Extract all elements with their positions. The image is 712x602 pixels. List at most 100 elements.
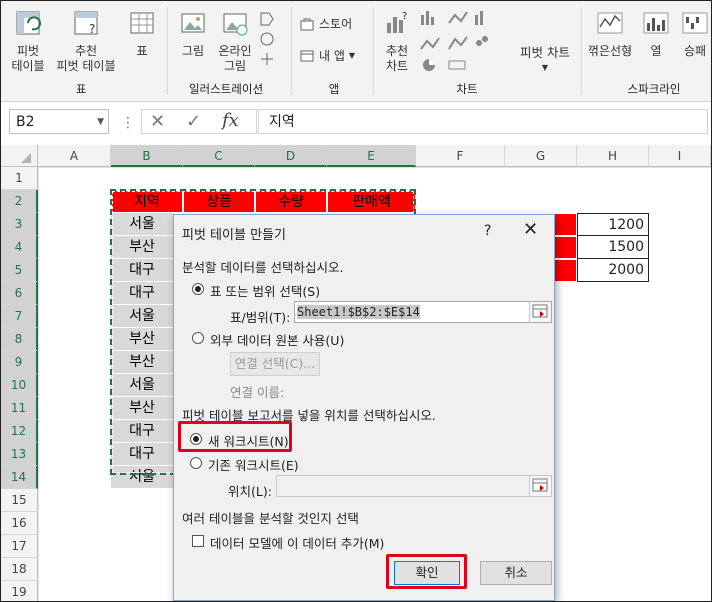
- sparkline-column-button[interactable]: 열: [641, 9, 671, 59]
- my-apps-button[interactable]: 내 앱 ▼: [299, 47, 355, 64]
- group-label-illustrations: 일러스트레이션: [188, 82, 264, 96]
- store-icon: [300, 18, 314, 30]
- range-label: 표/범위(T):: [230, 310, 291, 325]
- row-header[interactable]: 18: [1, 558, 38, 581]
- column-header[interactable]: B: [111, 145, 183, 167]
- row-header[interactable]: 13: [1, 443, 38, 466]
- sparkline-column-label: 열: [650, 44, 662, 58]
- cancel-icon[interactable]: ✕: [150, 111, 165, 132]
- radio-existing-worksheet[interactable]: [190, 457, 202, 469]
- row-header[interactable]: 5: [1, 259, 38, 282]
- row-header[interactable]: 17: [1, 535, 38, 558]
- picture-button[interactable]: 그림: [173, 9, 213, 59]
- radio-external-source[interactable]: [192, 332, 204, 344]
- svg-text:?: ?: [89, 22, 95, 36]
- table-button[interactable]: 표: [127, 9, 157, 59]
- cancel-button[interactable]: 취소: [480, 561, 552, 585]
- data-model-checkbox[interactable]: [192, 535, 204, 547]
- row-header[interactable]: 3: [1, 213, 38, 236]
- radio-select-table[interactable]: [192, 283, 204, 295]
- section-choose-data: 분석할 데이터를 선택하십시오.: [182, 260, 344, 275]
- close-icon[interactable]: ✕: [523, 221, 538, 239]
- dialog-title: 피벗 테이블 만들기: [182, 228, 286, 243]
- row-header[interactable]: 6: [1, 282, 38, 305]
- location-label: 위치(L):: [228, 484, 272, 499]
- row-header[interactable]: 11: [1, 397, 38, 420]
- collapse-dialog-icon: [532, 304, 548, 318]
- create-pivot-table-dialog: 피벗 테이블 만들기 ? ✕ 분석할 데이터를 선택하십시오. 표 또는 범위 …: [173, 214, 555, 601]
- store-button[interactable]: 스토어: [299, 15, 352, 32]
- column-header[interactable]: H: [577, 145, 649, 167]
- column-header[interactable]: I: [649, 145, 711, 167]
- online-picture-label: 온라인 그림: [218, 44, 252, 73]
- more-icon[interactable]: ⋮: [121, 115, 135, 131]
- column-header[interactable]: E: [327, 145, 416, 167]
- column-header[interactable]: F: [416, 145, 505, 167]
- online-picture-button[interactable]: 온라인 그림: [215, 9, 255, 74]
- sparkline-line-button[interactable]: 꺾은선형: [585, 9, 635, 59]
- pivot-chart-button[interactable]: 피벗 차트 ▼: [515, 45, 575, 75]
- shapes-icon: [260, 12, 274, 65]
- recommended-charts-label: 추천 차트: [385, 44, 409, 73]
- shapes-button[interactable]: [257, 9, 277, 73]
- online-picture-icon: [223, 13, 248, 36]
- chevron-down-icon[interactable]: ▼: [97, 110, 104, 135]
- name-box-value: B2: [16, 114, 35, 130]
- table-icon: [130, 12, 154, 34]
- chevron-down-icon: ▼: [348, 51, 356, 60]
- row-header[interactable]: 9: [1, 351, 38, 374]
- group-separator: [291, 7, 292, 95]
- winloss-sparkline-icon: [682, 12, 708, 34]
- column-header[interactable]: D: [255, 145, 327, 167]
- group-label-charts: 차트: [456, 82, 478, 96]
- recommended-pivot-button[interactable]: ? 추천 피벗 테이블: [53, 9, 119, 74]
- row-header[interactable]: 15: [1, 489, 38, 512]
- location-input[interactable]: [276, 475, 552, 497]
- pivot-table-label: 피벗 테이블: [11, 44, 45, 73]
- formula-bar: B2 ▼ ⋮ ✕ ✓ fx 지역: [1, 105, 711, 139]
- row-header[interactable]: 16: [1, 512, 38, 535]
- value-cell[interactable]: 1200: [577, 213, 649, 236]
- chart-types-icon[interactable]: [419, 9, 503, 71]
- name-box[interactable]: B2 ▼: [9, 109, 109, 134]
- recommended-charts-icon: ?: [387, 11, 407, 33]
- group-label-apps: 앱: [328, 82, 340, 96]
- recommended-charts-button[interactable]: ? 추천 차트: [379, 9, 415, 74]
- row-header[interactable]: 2: [1, 190, 38, 213]
- data-model-label[interactable]: 데이터 모델에 이 데이터 추가(M): [210, 533, 384, 552]
- option-select-table-label[interactable]: 표 또는 범위 선택(S): [210, 281, 320, 300]
- enter-icon[interactable]: ✓: [186, 111, 201, 132]
- help-button[interactable]: ?: [484, 223, 491, 239]
- formula-input[interactable]: 지역: [258, 109, 708, 134]
- row-header[interactable]: 14: [1, 466, 38, 489]
- choose-connection-button[interactable]: 연결 선택(C)...: [230, 352, 320, 376]
- ribbon: 피벗 테이블 ? 추천 피벗 테이블 표 표 그림 온라인 그림 일러스트레이션: [1, 1, 711, 102]
- pivot-chart-label: 피벗 차트: [520, 45, 570, 60]
- pivot-table-button[interactable]: 피벗 테이블: [7, 9, 49, 74]
- range-input[interactable]: Sheet1!$B$2:$E$14: [294, 301, 552, 323]
- line-sparkline-icon: [597, 12, 623, 34]
- row-header[interactable]: 7: [1, 305, 38, 328]
- row-header[interactable]: 19: [1, 581, 38, 601]
- row-header[interactable]: 12: [1, 420, 38, 443]
- group-separator: [373, 7, 374, 95]
- range-picker-button[interactable]: [529, 302, 551, 322]
- group-separator: [581, 7, 582, 95]
- connection-name-label: 연결 이름:: [230, 385, 285, 400]
- column-header[interactable]: G: [505, 145, 577, 167]
- select-all-corner[interactable]: [1, 145, 38, 167]
- insert-function-icon[interactable]: fx: [222, 110, 239, 131]
- value-cell[interactable]: 1500: [577, 236, 649, 259]
- sparkline-winloss-button[interactable]: 승패: [677, 9, 711, 59]
- row-header[interactable]: 10: [1, 374, 38, 397]
- option-external-source-label[interactable]: 외부 데이터 원본 사용(U): [210, 330, 344, 349]
- location-picker-button[interactable]: [529, 476, 551, 496]
- row-header[interactable]: 4: [1, 236, 38, 259]
- value-cell[interactable]: 2000: [577, 259, 649, 282]
- option-existing-worksheet-label[interactable]: 기존 워크시트(E): [208, 455, 299, 474]
- column-header[interactable]: A: [38, 145, 111, 167]
- row-header[interactable]: 8: [1, 328, 38, 351]
- row-header[interactable]: 1: [1, 167, 38, 190]
- excel-window: 피벗 테이블 ? 추천 피벗 테이블 표 표 그림 온라인 그림 일러스트레이션: [0, 0, 712, 602]
- column-header[interactable]: C: [183, 145, 255, 167]
